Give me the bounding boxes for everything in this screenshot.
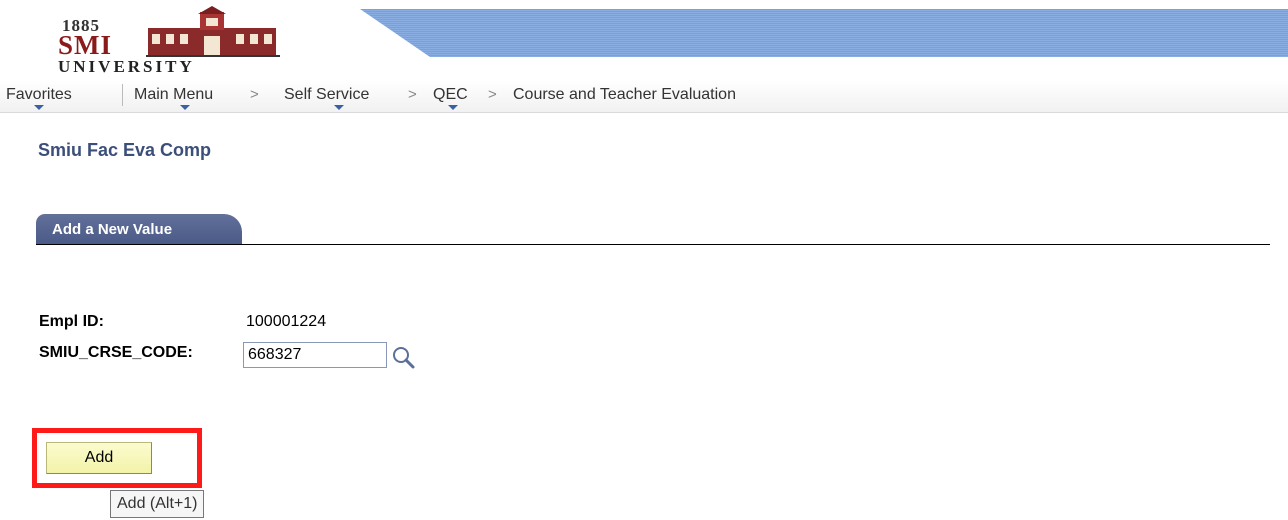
page-title: Smiu Fac Eva Comp: [38, 140, 212, 160]
breadcrumb-separator: >: [250, 86, 259, 103]
chevron-down-icon[interactable]: [334, 105, 344, 110]
empl-id-label: Empl ID:: [39, 313, 104, 330]
page-header: 1885 SMI UNIVERSITY: [0, 0, 1288, 78]
course-code-label: SMIU_CRSE_CODE:: [39, 344, 193, 361]
nav-self-service[interactable]: Self Service: [284, 86, 369, 104]
building-emblem-icon: [146, 6, 280, 57]
nav-qec[interactable]: QEC: [433, 86, 468, 104]
nav-favorites[interactable]: Favorites: [6, 86, 72, 104]
header-banner: [360, 9, 1288, 57]
course-code-input[interactable]: [243, 342, 387, 368]
logo-subtitle: UNIVERSITY: [58, 57, 195, 76]
nav-course-evaluation[interactable]: Course and Teacher Evaluation: [513, 86, 736, 104]
breadcrumb-separator: >: [488, 86, 497, 103]
chevron-down-icon[interactable]: [180, 105, 190, 110]
tab-label: Add a New Value: [52, 221, 173, 238]
nav-divider: [122, 84, 123, 106]
navigation-bar: Favorites Main Menu > Self Service > QEC…: [0, 80, 1288, 113]
breadcrumb-separator: >: [408, 86, 417, 103]
tab-underline: [36, 244, 1270, 245]
nav-main-menu[interactable]: Main Menu: [134, 86, 213, 104]
empl-id-value: 100001224: [246, 313, 327, 330]
chevron-down-icon[interactable]: [448, 105, 458, 110]
university-logo[interactable]: 1885 SMI UNIVERSITY: [52, 6, 282, 76]
highlight-box: [32, 428, 202, 488]
add-button-tooltip: Add (Alt+1): [110, 490, 205, 518]
magnifier-icon[interactable]: [390, 343, 418, 371]
tab-add-new-value[interactable]: Add a New Value: [36, 214, 242, 245]
chevron-down-icon[interactable]: [34, 105, 44, 110]
